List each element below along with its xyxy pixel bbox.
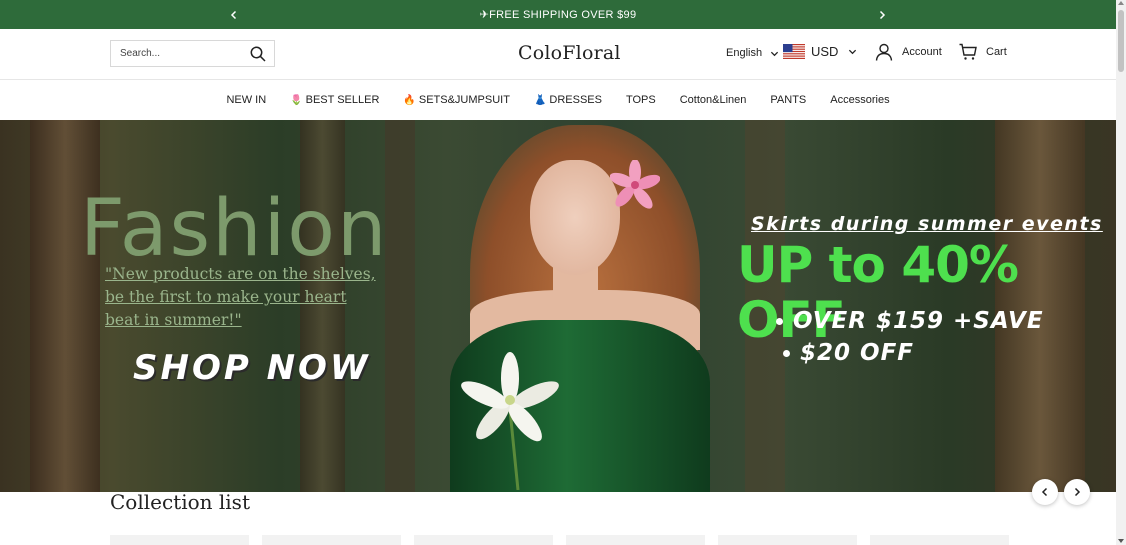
model-face [530, 160, 620, 275]
nav-label: BEST SELLER [305, 94, 380, 106]
user-icon [875, 43, 893, 61]
scrollbar-thumb[interactable] [1118, 10, 1124, 72]
search-input[interactable] [111, 48, 246, 59]
dress-icon: 👗 [533, 94, 547, 106]
chevron-down-icon [770, 51, 779, 56]
hero-promo-line: OVER $159 +SAVE [776, 308, 1044, 334]
hero-fashion-heading: Fashion [80, 184, 389, 274]
nav-item-pants[interactable]: PANTS [758, 94, 818, 106]
nav-label: PANTS [770, 94, 807, 106]
bullet-dot [783, 350, 790, 357]
tree-trunk [30, 120, 100, 492]
scroll-up-arrow-icon[interactable] [1118, 1, 1124, 5]
chevron-left-icon [230, 10, 237, 19]
search-icon[interactable] [250, 46, 266, 62]
promo-line-text: $20 OFF [800, 340, 914, 366]
bullet-dot [776, 318, 783, 325]
shop-now-button[interactable]: SHOP NOW [133, 348, 370, 388]
hero-promo-line: $20 OFF [783, 340, 914, 366]
chevron-right-icon [1074, 487, 1081, 497]
chevron-left-icon [1041, 487, 1048, 497]
nav-item-new-in[interactable]: NEW IN [214, 94, 278, 106]
page-scrollbar[interactable] [1116, 0, 1126, 545]
hero-skirts-heading: Skirts during summer events [751, 213, 1103, 235]
collection-card[interactable] [870, 535, 1009, 545]
nav-item-cotton-linen[interactable]: Cotton&Linen [668, 94, 759, 106]
tulip-icon: 🌷 [290, 94, 303, 106]
nav-item-best-seller[interactable]: 🌷 BEST SELLER [278, 94, 391, 106]
fire-icon: 🔥 [403, 94, 416, 106]
collection-card[interactable] [262, 535, 401, 545]
hero-banner[interactable]: Fashion "New products are on the shelves… [0, 120, 1116, 492]
main-nav: NEW IN 🌷 BEST SELLER 🔥 SETS&JUMPSUIT 👗 D… [0, 80, 1116, 120]
collection-cards [110, 535, 1009, 545]
nav-item-dresses[interactable]: 👗 DRESSES [522, 94, 614, 106]
collection-card[interactable] [110, 535, 249, 545]
nav-label: NEW IN [226, 94, 267, 106]
language-label: English [726, 47, 763, 59]
cart-label: Cart [986, 46, 1007, 58]
cart-link[interactable]: Cart [959, 43, 1007, 61]
chevron-down-icon [849, 49, 857, 55]
currency-selector[interactable]: USD [783, 44, 857, 59]
scroll-down-arrow-icon[interactable] [1118, 539, 1124, 543]
nav-label: Accessories [830, 94, 890, 106]
nav-label: SETS&JUMPSUIT [418, 94, 510, 106]
nav-item-accessories[interactable]: Accessories [818, 94, 901, 106]
collection-card[interactable] [718, 535, 857, 545]
cart-icon [959, 43, 977, 60]
collection-card[interactable] [566, 535, 705, 545]
white-lily-icon [461, 352, 559, 490]
slider-next-button[interactable] [1064, 479, 1090, 505]
nav-label: Cotton&Linen [679, 94, 747, 106]
pink-lily-icon [610, 160, 660, 209]
site-header: ColoFloral English USD Account [0, 29, 1116, 80]
slider-prev-button[interactable] [1032, 479, 1058, 505]
announcement-bar: ✈FREE SHIPPING OVER $99 [0, 0, 1116, 29]
announcement-next-button[interactable] [872, 0, 892, 29]
collection-list-heading: Collection list [110, 490, 250, 514]
nav-item-sets-jumpsuit[interactable]: 🔥 SETS&JUMPSUIT [391, 94, 522, 106]
tree-trunk [385, 120, 415, 492]
nav-label: DRESSES [549, 94, 602, 106]
chevron-right-icon [879, 10, 886, 19]
currency-label: USD [811, 44, 839, 59]
hero-tagline: "New products are on the shelves, be the… [105, 265, 376, 329]
nav-item-tops[interactable]: TOPS [614, 94, 668, 106]
nav-label: TOPS [625, 94, 656, 106]
account-link[interactable]: Account [875, 43, 942, 61]
site-logo[interactable]: ColoFloral [518, 42, 621, 64]
promo-line-text: OVER $159 +SAVE [793, 308, 1044, 334]
announcement-prev-button[interactable] [224, 0, 244, 29]
account-label: Account [902, 46, 942, 58]
search-box [110, 40, 275, 67]
collection-card[interactable] [414, 535, 553, 545]
language-selector[interactable]: English [726, 47, 779, 59]
us-flag-icon [783, 44, 805, 59]
announcement-text: ✈FREE SHIPPING OVER $99 [479, 9, 637, 21]
